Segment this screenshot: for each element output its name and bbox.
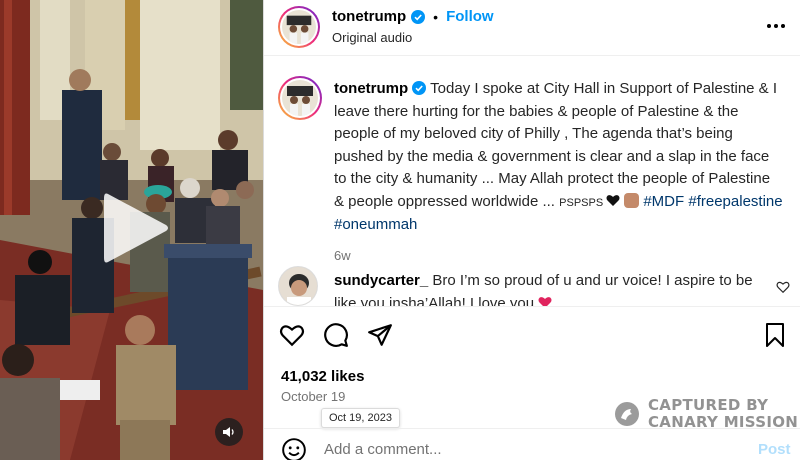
video-player[interactable] — [0, 0, 263, 460]
follow-button[interactable]: Follow — [446, 8, 494, 25]
author-username[interactable]: tonetrump — [332, 8, 406, 25]
date-tooltip: Oct 19, 2023 — [321, 408, 400, 428]
heart-outline-icon — [279, 325, 305, 347]
red-heart-emoji — [538, 296, 552, 306]
canary-mission-watermark: CAPTURED BY CANARY MISSION — [614, 397, 798, 431]
like-button[interactable] — [278, 321, 306, 349]
audio-label[interactable]: Original audio — [332, 30, 412, 45]
bookmark-icon — [766, 323, 784, 347]
share-button[interactable] — [366, 321, 394, 349]
comment-input[interactable] — [324, 439, 724, 459]
canary-logo-icon — [615, 402, 639, 426]
comment-like-icon[interactable] — [776, 280, 790, 294]
raised-fist-emoji — [624, 192, 640, 208]
author-avatar[interactable] — [278, 6, 320, 48]
separator-dot: • — [433, 8, 439, 25]
smiley-icon[interactable] — [281, 437, 307, 460]
hashtag-link[interactable]: #oneummah — [334, 216, 417, 233]
comments-section[interactable]: tonetrump Today I spoke at City Hall in S… — [264, 56, 800, 306]
author-line: tonetrump • Follow — [332, 8, 494, 25]
commenter-avatar[interactable] — [278, 266, 318, 306]
comment-button[interactable] — [322, 321, 350, 349]
post-date[interactable]: October 19 — [281, 389, 345, 404]
comment-composer: Post — [264, 428, 800, 460]
caption-timestamp[interactable]: 6w — [334, 248, 351, 263]
comment-text: sundycarter_ Bro I’m so proud of u and u… — [334, 270, 754, 306]
caption-text: tonetrump Today I spoke at City Hall in S… — [334, 78, 784, 237]
caption-username[interactable]: tonetrump — [334, 80, 408, 97]
caption-body: Today I spoke at City Hall in Support of… — [334, 80, 778, 210]
post-header: tonetrump • Follow Original audio — [264, 0, 800, 56]
post-panel: tonetrump • Follow Original audio tonetr… — [263, 0, 800, 460]
hashtag-link[interactable]: #MDF — [643, 193, 684, 210]
play-button[interactable] — [100, 188, 172, 268]
watermark-line1: CAPTURED BY — [648, 396, 769, 414]
comment-bubble-icon — [324, 323, 348, 347]
more-options-icon — [767, 24, 771, 28]
post-comment-button[interactable]: Post — [758, 441, 791, 458]
hashtag-link[interactable]: #freepalestine — [688, 193, 782, 210]
caption-psps: PSPSPS — [559, 196, 604, 209]
verified-badge-icon — [411, 9, 426, 24]
mute-button[interactable] — [215, 418, 243, 446]
play-icon — [104, 193, 168, 263]
speaker-icon — [223, 427, 234, 437]
likes-count[interactable]: 41,032 likes — [281, 368, 364, 385]
paper-plane-icon — [368, 324, 392, 346]
save-button[interactable] — [761, 321, 789, 349]
action-bar — [264, 306, 800, 356]
commenter-username[interactable]: sundycarter_ — [334, 272, 428, 289]
caption-avatar[interactable] — [278, 76, 322, 120]
more-options-button[interactable] — [764, 16, 788, 36]
verified-badge-icon — [412, 81, 427, 95]
black-heart-emoji — [606, 194, 620, 206]
